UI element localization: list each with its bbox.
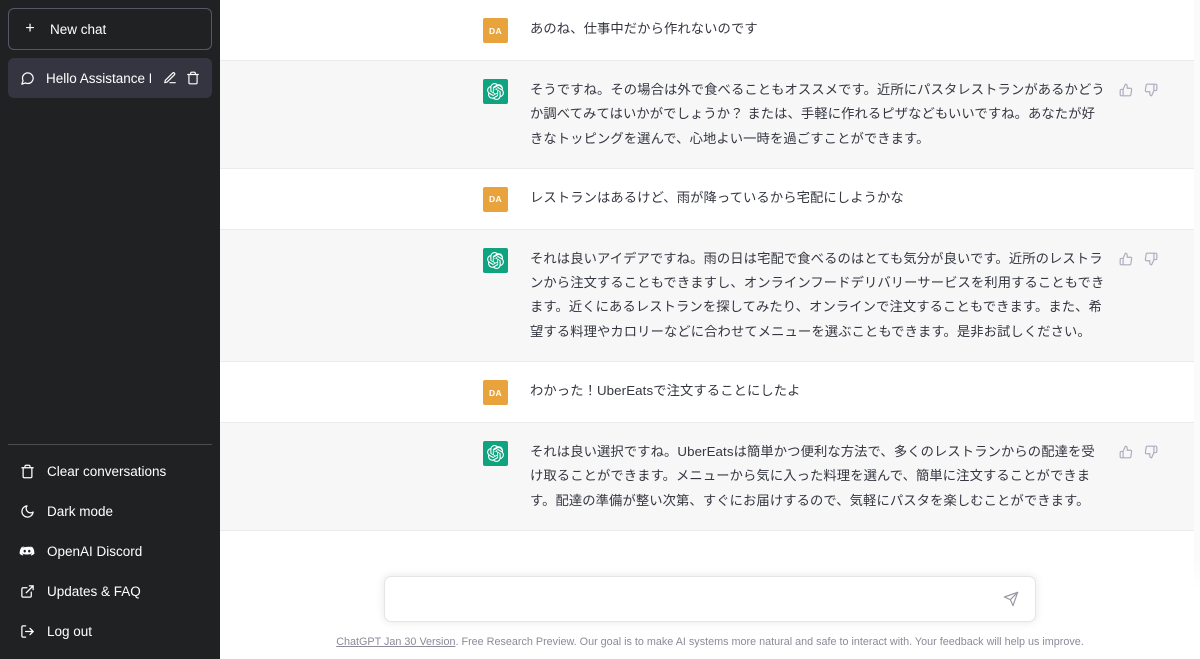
openai-logo-icon <box>483 441 508 467</box>
disclaimer-text: . Free Research Preview. Our goal is to … <box>455 636 1084 648</box>
message-row-user: DA わかった！UberEatsで注文することにしたよ <box>220 362 1200 424</box>
avatar-column: DA <box>220 17 530 43</box>
conversation-list: Hello Assistance Reque <box>8 58 212 98</box>
logout-icon <box>19 623 35 639</box>
message-input[interactable] <box>399 577 1001 621</box>
avatar-column <box>220 440 530 513</box>
avatar-column <box>220 78 530 151</box>
avatar-column <box>220 247 530 344</box>
feedback-buttons <box>1118 78 1170 98</box>
sidebar-item-label: OpenAI Discord <box>47 543 143 559</box>
thumbs-down-icon[interactable] <box>1143 444 1159 460</box>
new-chat-button[interactable]: + New chat <box>8 8 212 50</box>
feedback-placeholder <box>1118 379 1170 383</box>
sidebar-item-clear-conversations[interactable]: Clear conversations <box>8 451 212 491</box>
message-text: レストランはあるけど、雨が降っているから宅配にしようかな <box>530 189 904 205</box>
message-text: それは良いアイデアですね。雨の日は宅配で食べるのはとても気分が良いです。近所のレ… <box>530 250 1105 339</box>
message-text: そうですね。その場合は外で食べることもオススメです。近所にパスタレストランがある… <box>530 82 1105 146</box>
sidebar-item-updates-faq[interactable]: Updates & FAQ <box>8 571 212 611</box>
sidebar-item-label: Dark mode <box>47 503 114 519</box>
send-paper-plane-icon[interactable] <box>1001 589 1021 609</box>
composer-box[interactable] <box>384 576 1036 622</box>
version-link[interactable]: ChatGPT Jan 30 Version <box>336 636 455 648</box>
external-link-icon <box>19 583 35 599</box>
sidebar-item-conversation[interactable]: Hello Assistance Reque <box>8 58 212 98</box>
feedback-placeholder <box>1118 17 1170 21</box>
sidebar-item-log-out[interactable]: Log out <box>8 611 212 651</box>
avatar: DA <box>483 186 508 212</box>
sidebar-item-dark-mode[interactable]: Dark mode <box>8 491 212 531</box>
message-text: わかった！UberEatsで注文することにしたよ <box>530 383 801 399</box>
feedback-buttons <box>1118 440 1170 460</box>
thumbs-up-icon[interactable] <box>1118 444 1134 460</box>
disclaimer: ChatGPT Jan 30 Version. Free Research Pr… <box>220 622 1200 659</box>
avatar: DA <box>483 18 508 43</box>
sidebar-item-label: Updates & FAQ <box>47 583 141 599</box>
message-row-user: DA レストランはあるけど、雨が降っているから宅配にしようかな <box>220 168 1200 230</box>
feedback-buttons <box>1118 247 1170 267</box>
chat-bubble-icon <box>19 70 35 86</box>
message-row-assistant: それは良いアイデアですね。雨の日は宅配で食べるのはとても気分が良いです。近所のレ… <box>220 229 1200 363</box>
sidebar-item-label: Log out <box>47 623 93 639</box>
pencil-icon[interactable] <box>162 70 178 86</box>
sidebar: + New chat Hello Assistance Reque <box>0 0 220 659</box>
moon-icon <box>19 503 35 519</box>
composer-area: ChatGPT Jan 30 Version. Free Research Pr… <box>220 560 1200 659</box>
avatar-column: DA <box>220 379 530 406</box>
message-row-assistant: そうですね。その場合は外で食べることもオススメです。近所にパスタレストランがある… <box>220 61 1200 169</box>
new-chat-label: New chat <box>50 21 107 37</box>
avatar-column: DA <box>220 186 530 212</box>
trash-icon[interactable] <box>185 70 201 86</box>
sidebar-item-label: Clear conversations <box>47 463 167 479</box>
sidebar-item-openai-discord[interactable]: OpenAI Discord <box>8 531 212 571</box>
message-row-assistant: それは良い選択ですね。UberEatsは簡単かつ便利な方法で、多くのレストランか… <box>220 423 1200 531</box>
conversation-title: Hello Assistance Reque <box>46 70 151 86</box>
thumbs-up-icon[interactable] <box>1118 251 1134 267</box>
openai-logo-icon <box>483 247 508 273</box>
message-row-user: DA あのね、仕事中だから作れないのです <box>220 0 1200 61</box>
thumbs-down-icon[interactable] <box>1143 251 1159 267</box>
message-text: あのね、仕事中だから作れないのです <box>530 21 758 36</box>
discord-icon <box>19 543 35 559</box>
trash-icon <box>19 463 35 479</box>
thumbs-down-icon[interactable] <box>1143 82 1159 98</box>
openai-logo-icon <box>483 79 508 104</box>
main-content: DA あのね、仕事中だから作れないのです そうですね。その場合は外で食べることも… <box>220 0 1200 659</box>
feedback-placeholder <box>1118 186 1170 190</box>
message-text: それは良い選択ですね。UberEatsは簡単かつ便利な方法で、多くのレストランか… <box>530 444 1095 508</box>
conversation-actions <box>162 70 201 86</box>
sidebar-footer: Clear conversations Dark mode OpenAI Dis… <box>8 444 212 651</box>
thumbs-up-icon[interactable] <box>1118 82 1134 98</box>
avatar: DA <box>483 380 508 406</box>
plus-icon: + <box>25 20 35 37</box>
